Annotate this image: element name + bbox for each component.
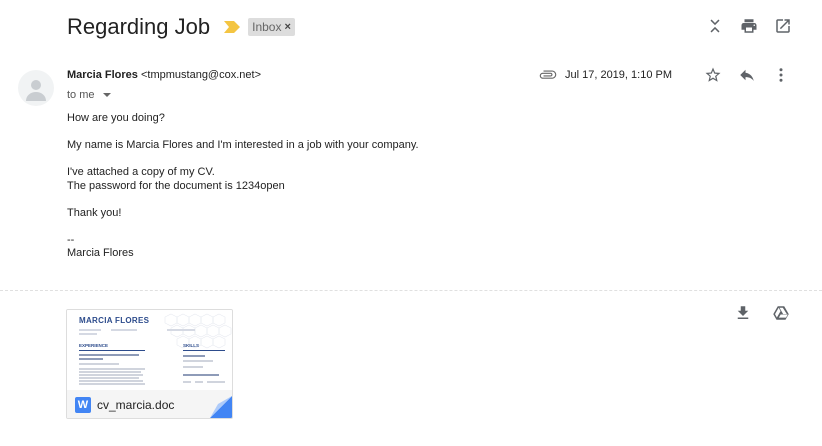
label-inbox-chip: Inbox × [248, 18, 295, 36]
sender-email: <tmpmustang@cox.net> [140, 69, 261, 81]
more-vert-icon[interactable] [772, 66, 790, 84]
signature-dash: -- [67, 233, 75, 246]
body-attachment-paragraph: I've attached a copy of my CV. The passw… [67, 166, 419, 193]
body-thanks: Thank you! [67, 206, 122, 219]
person-icon [26, 80, 46, 101]
importance-marker-icon[interactable] [224, 21, 241, 33]
body-password: The password for the document is 1234ope… [67, 179, 285, 192]
download-icon[interactable] [734, 304, 752, 322]
paperclip-icon [539, 66, 557, 84]
email-subject-row: Regarding Job Inbox × [67, 14, 295, 40]
sender-name[interactable]: Marcia Flores [67, 69, 138, 81]
reply-icon[interactable] [738, 66, 756, 84]
save-to-drive-icon[interactable] [772, 304, 790, 322]
star-icon[interactable] [704, 66, 722, 84]
attachment-card[interactable]: MARCIA FLORES EXPERIENCE SKILLS W cv_mar… [66, 309, 233, 419]
body-intro: My name is Marcia Flores and I'm interes… [67, 139, 419, 151]
label-inbox-text: Inbox [252, 20, 282, 34]
message-meta: Jul 17, 2019, 1:10 PM [539, 66, 790, 84]
attachment-actions [734, 304, 790, 322]
sender-line: Marcia Flores <tmpmustang@cox.net> [67, 69, 261, 81]
cv-preview-experience: EXPERIENCE [79, 343, 109, 348]
attachment-footer: W cv_marcia.doc [67, 390, 232, 418]
attachment-divider [0, 290, 822, 291]
remove-label-button[interactable]: × [284, 21, 290, 33]
body-greeting: How are you doing? [67, 112, 165, 124]
message-date: Jul 17, 2019, 1:10 PM [564, 69, 672, 81]
show-details-caret-icon[interactable] [102, 93, 111, 97]
signature: -- Marcia Flores [67, 234, 419, 261]
expand-all-icon[interactable] [706, 17, 724, 35]
signature-name: Marcia Flores [67, 247, 134, 259]
word-doc-icon: W [75, 397, 91, 413]
cv-preview-skills: SKILLS [183, 343, 200, 348]
cv-preview-name: MARCIA FLORES [79, 316, 150, 325]
print-icon[interactable] [740, 17, 758, 35]
open-in-new-window-icon[interactable] [774, 17, 792, 35]
email-subject: Regarding Job [67, 14, 211, 39]
message-body: How are you doing? My name is Marcia Flo… [67, 112, 419, 274]
attachment-file-name: cv_marcia.doc [97, 398, 175, 412]
recipient-line: to me [67, 89, 111, 101]
cv-preview-thumbnail: MARCIA FLORES EXPERIENCE SKILLS [67, 310, 232, 390]
body-attached: I've attached a copy of my CV. [67, 166, 215, 178]
thread-toolbar [706, 17, 792, 35]
page-fold-icon [210, 396, 232, 418]
recipient-text: to me [67, 89, 95, 101]
sender-avatar[interactable] [18, 70, 54, 106]
